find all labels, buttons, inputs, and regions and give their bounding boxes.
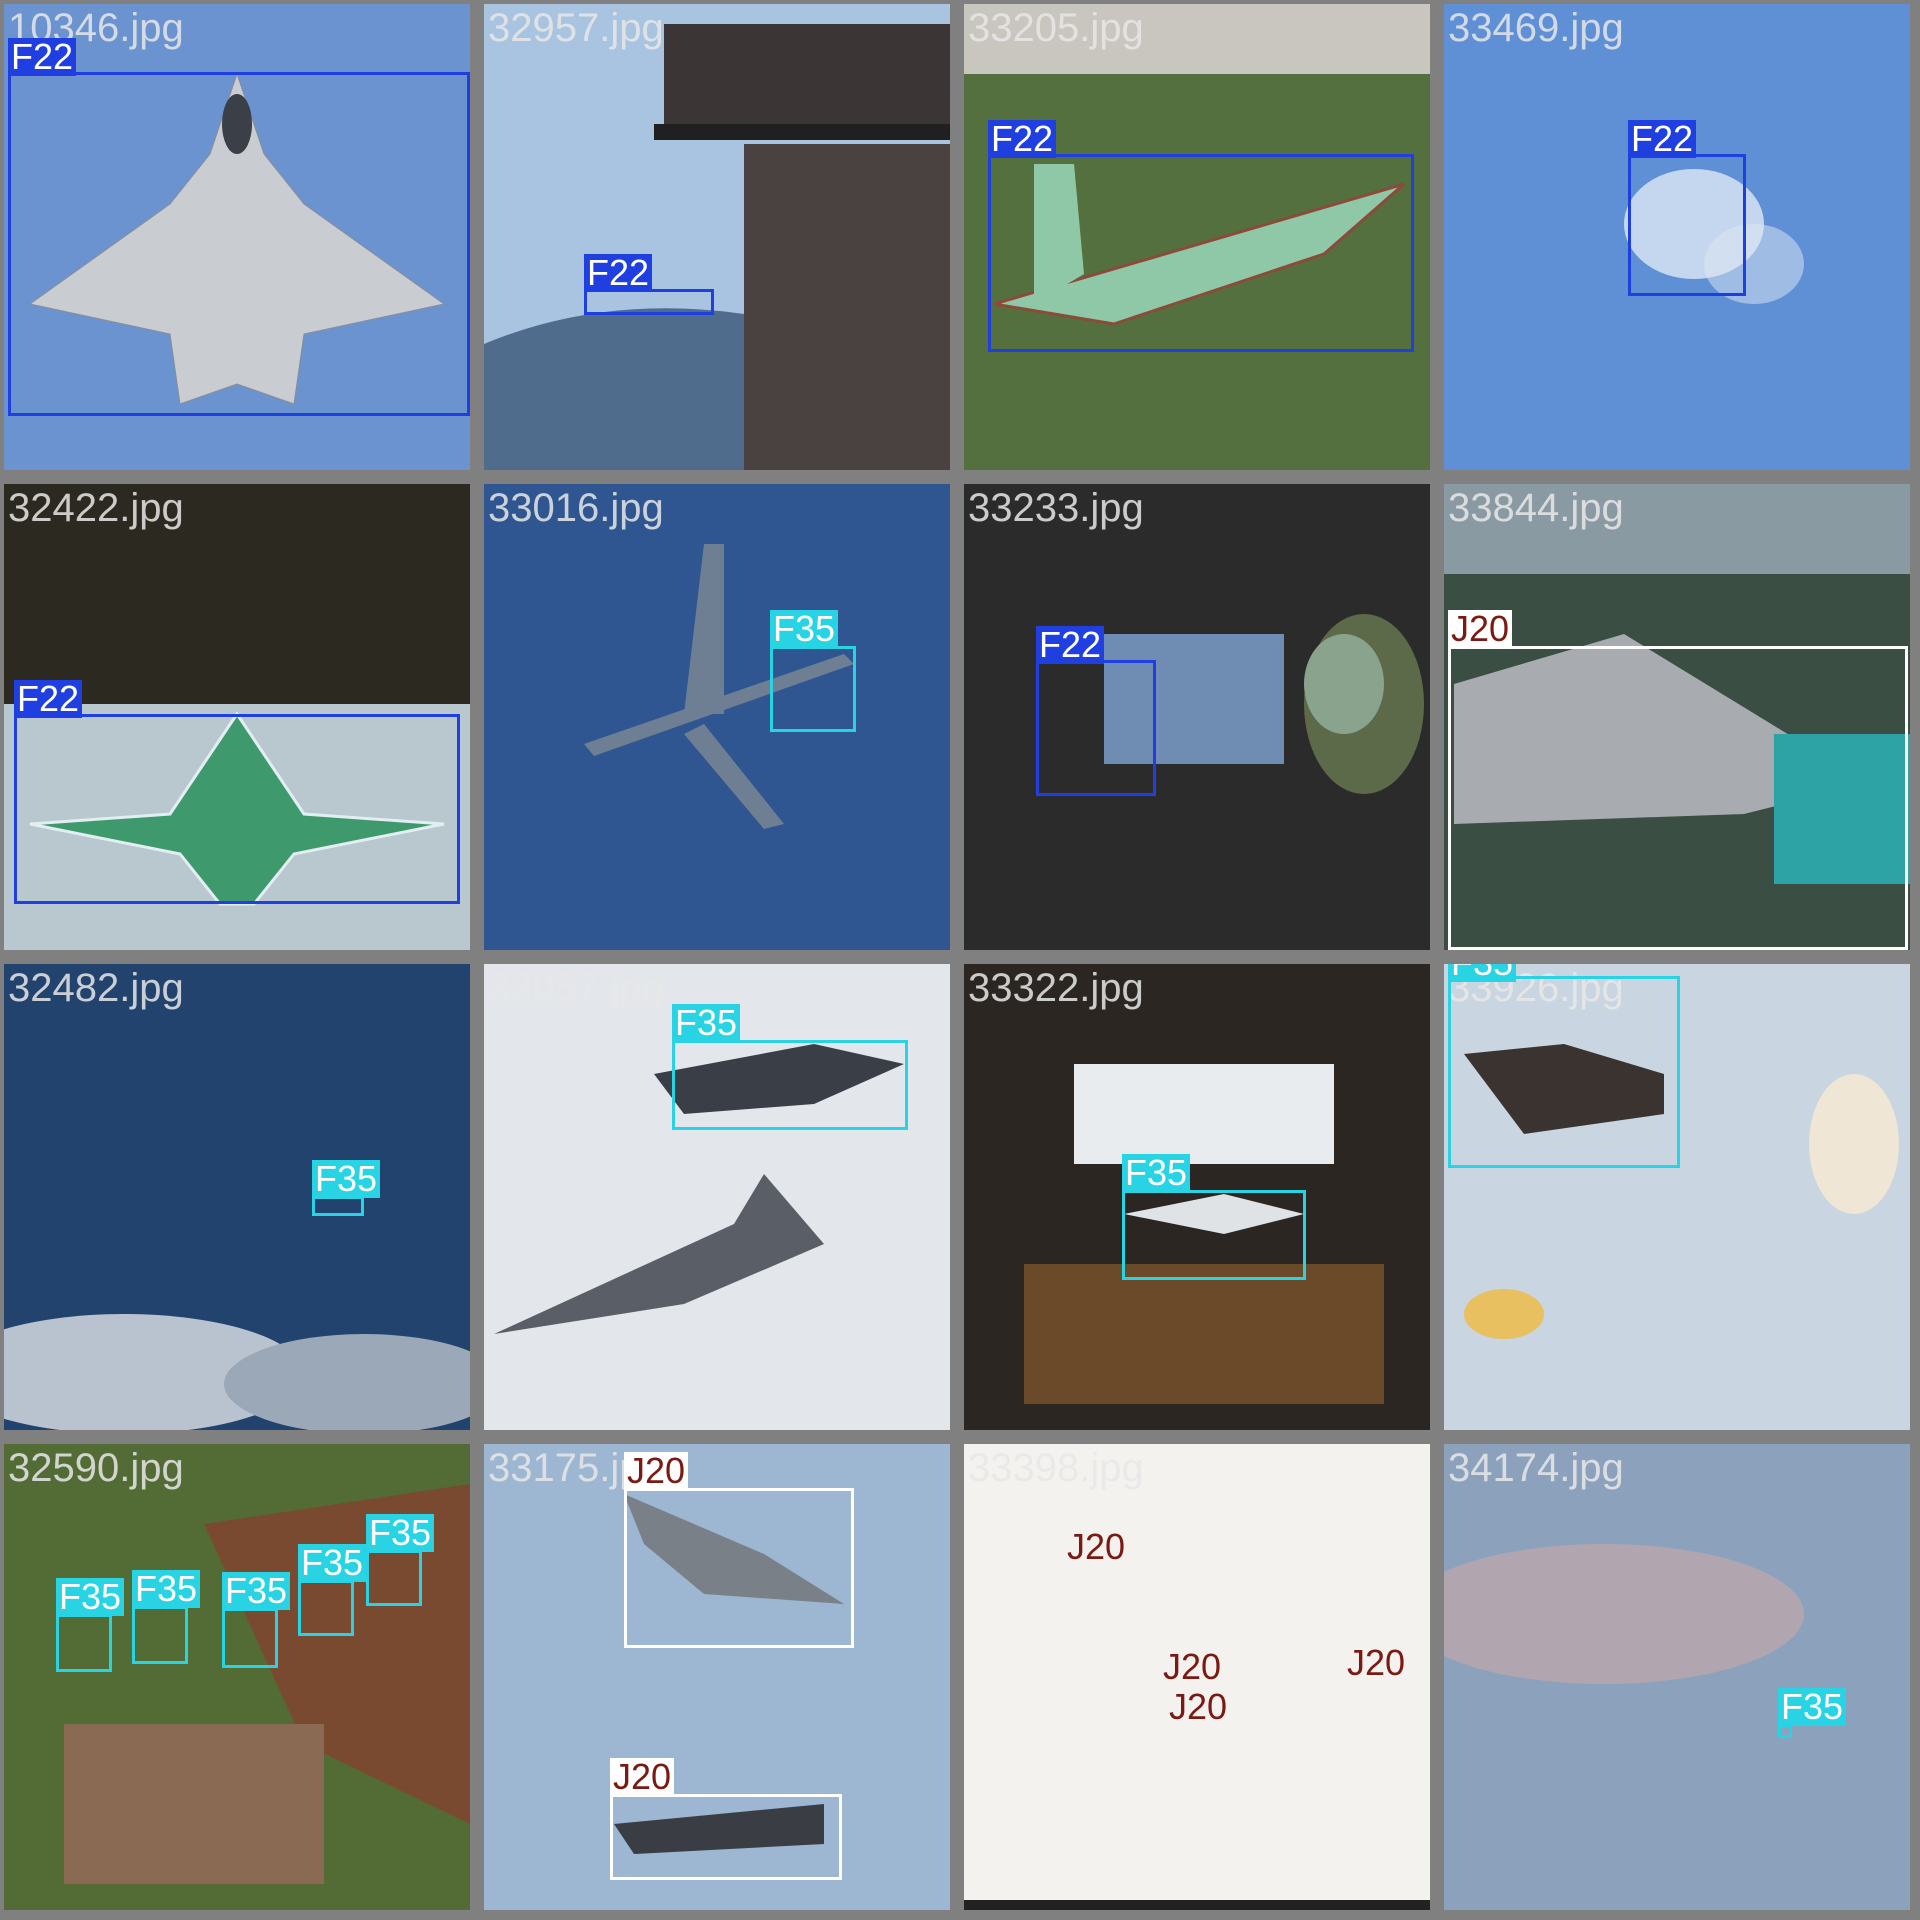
- file-name: 33469.jpg: [1448, 6, 1624, 50]
- clouds-image: [4, 964, 470, 1430]
- detection-label: F35: [132, 1570, 201, 1608]
- detection-box: [672, 1040, 908, 1130]
- tile-33469[interactable]: 33469.jpg F22: [1444, 4, 1910, 470]
- detection-label: F22: [1036, 626, 1105, 664]
- tile-33175[interactable]: 33175.jpg J20 J20: [484, 1444, 950, 1910]
- sky-image: [1444, 1444, 1910, 1910]
- tile-10346[interactable]: 10346.jpg F22: [4, 4, 470, 470]
- detection-box: [14, 714, 460, 904]
- detection-label: F35: [366, 1514, 435, 1552]
- detection-box: [1628, 154, 1746, 296]
- file-name: 32422.jpg: [8, 486, 184, 530]
- detection-label: J20: [1067, 1526, 1126, 1567]
- detection-label: F35: [56, 1578, 125, 1616]
- tile-33016[interactable]: 33016.jpg F35: [484, 484, 950, 950]
- detection-label: F35: [770, 610, 839, 648]
- tile-33057[interactable]: 33057.jpg F35: [484, 964, 950, 1430]
- file-name: 33322.jpg: [968, 966, 1144, 1010]
- tile-33233[interactable]: 33233.jpg F22: [964, 484, 1430, 950]
- detection-label: J20: [1163, 1646, 1222, 1687]
- detection-box: [1122, 1190, 1306, 1280]
- detection-box: [312, 1196, 364, 1216]
- detection-box: [988, 154, 1414, 352]
- detection-label: J20: [1347, 1642, 1406, 1683]
- tower-image: [484, 4, 950, 470]
- tile-32422[interactable]: 32422.jpg F22: [4, 484, 470, 950]
- detection-box: [56, 1614, 112, 1672]
- detection-box: [624, 1488, 854, 1648]
- detection-label: F22: [8, 38, 77, 76]
- file-name: 33016.jpg: [488, 486, 664, 530]
- tanker-image: [484, 484, 950, 950]
- file-name: 32590.jpg: [8, 1446, 184, 1490]
- detection-box: [132, 1606, 188, 1664]
- file-name: 32957.jpg: [488, 6, 664, 50]
- detection-label: F22: [988, 120, 1057, 158]
- tile-33398[interactable]: 33398.jpg J20 J20 J20 J20: [964, 1444, 1430, 1910]
- detection-label: F35: [222, 1572, 291, 1610]
- detection-label: F35: [1448, 964, 1517, 982]
- detection-label: J20: [1448, 610, 1513, 648]
- tile-34174[interactable]: 34174.jpg F35: [1444, 1444, 1910, 1910]
- detection-box: [8, 72, 470, 416]
- file-name: 33205.jpg: [968, 6, 1144, 50]
- tile-33926[interactable]: 33926.jpg F35: [1444, 964, 1910, 1430]
- detection-box: [1448, 646, 1908, 950]
- detection-label: F35: [1778, 1688, 1847, 1726]
- file-name: 33844.jpg: [1448, 486, 1624, 530]
- file-name: 32482.jpg: [8, 966, 184, 1010]
- detection-box: [1448, 976, 1680, 1168]
- detection-label: F22: [584, 254, 653, 292]
- image-grid: 10346.jpg F22 32957.jpg F22 33205.jpg F2…: [0, 0, 1920, 1920]
- detection-label: F35: [1122, 1154, 1191, 1192]
- cockpit-image: [964, 484, 1430, 950]
- tile-32957[interactable]: 32957.jpg F22: [484, 4, 950, 470]
- detection-box: [298, 1580, 354, 1636]
- file-name: 33057.jpg: [488, 966, 664, 1010]
- detection-label: F35: [298, 1544, 367, 1582]
- file-name: 34174.jpg: [1448, 1446, 1624, 1490]
- detection-label: F35: [312, 1160, 381, 1198]
- tile-33205[interactable]: 33205.jpg F22: [964, 4, 1430, 470]
- file-name: 33398.jpg: [968, 1446, 1144, 1490]
- detection-label: F35: [672, 1004, 741, 1042]
- file-name: 33233.jpg: [968, 486, 1144, 530]
- detection-box: [366, 1550, 422, 1606]
- detection-box: [610, 1794, 842, 1880]
- tile-33322[interactable]: 33322.jpg F35: [964, 964, 1430, 1430]
- tile-32590[interactable]: 32590.jpg F35 F35 F35 F35 F35: [4, 1444, 470, 1910]
- detection-label: J20: [624, 1452, 689, 1490]
- detection-box: [1036, 660, 1156, 796]
- tile-33844[interactable]: 33844.jpg J20: [1444, 484, 1910, 950]
- detection-label: J20: [610, 1758, 675, 1796]
- detection-label: F22: [14, 680, 83, 718]
- tile-32482[interactable]: 32482.jpg F35: [4, 964, 470, 1430]
- detection-box: [770, 646, 856, 732]
- detection-label: J20: [1169, 1686, 1228, 1727]
- detection-box: [222, 1608, 278, 1668]
- detection-label: F22: [1628, 120, 1697, 158]
